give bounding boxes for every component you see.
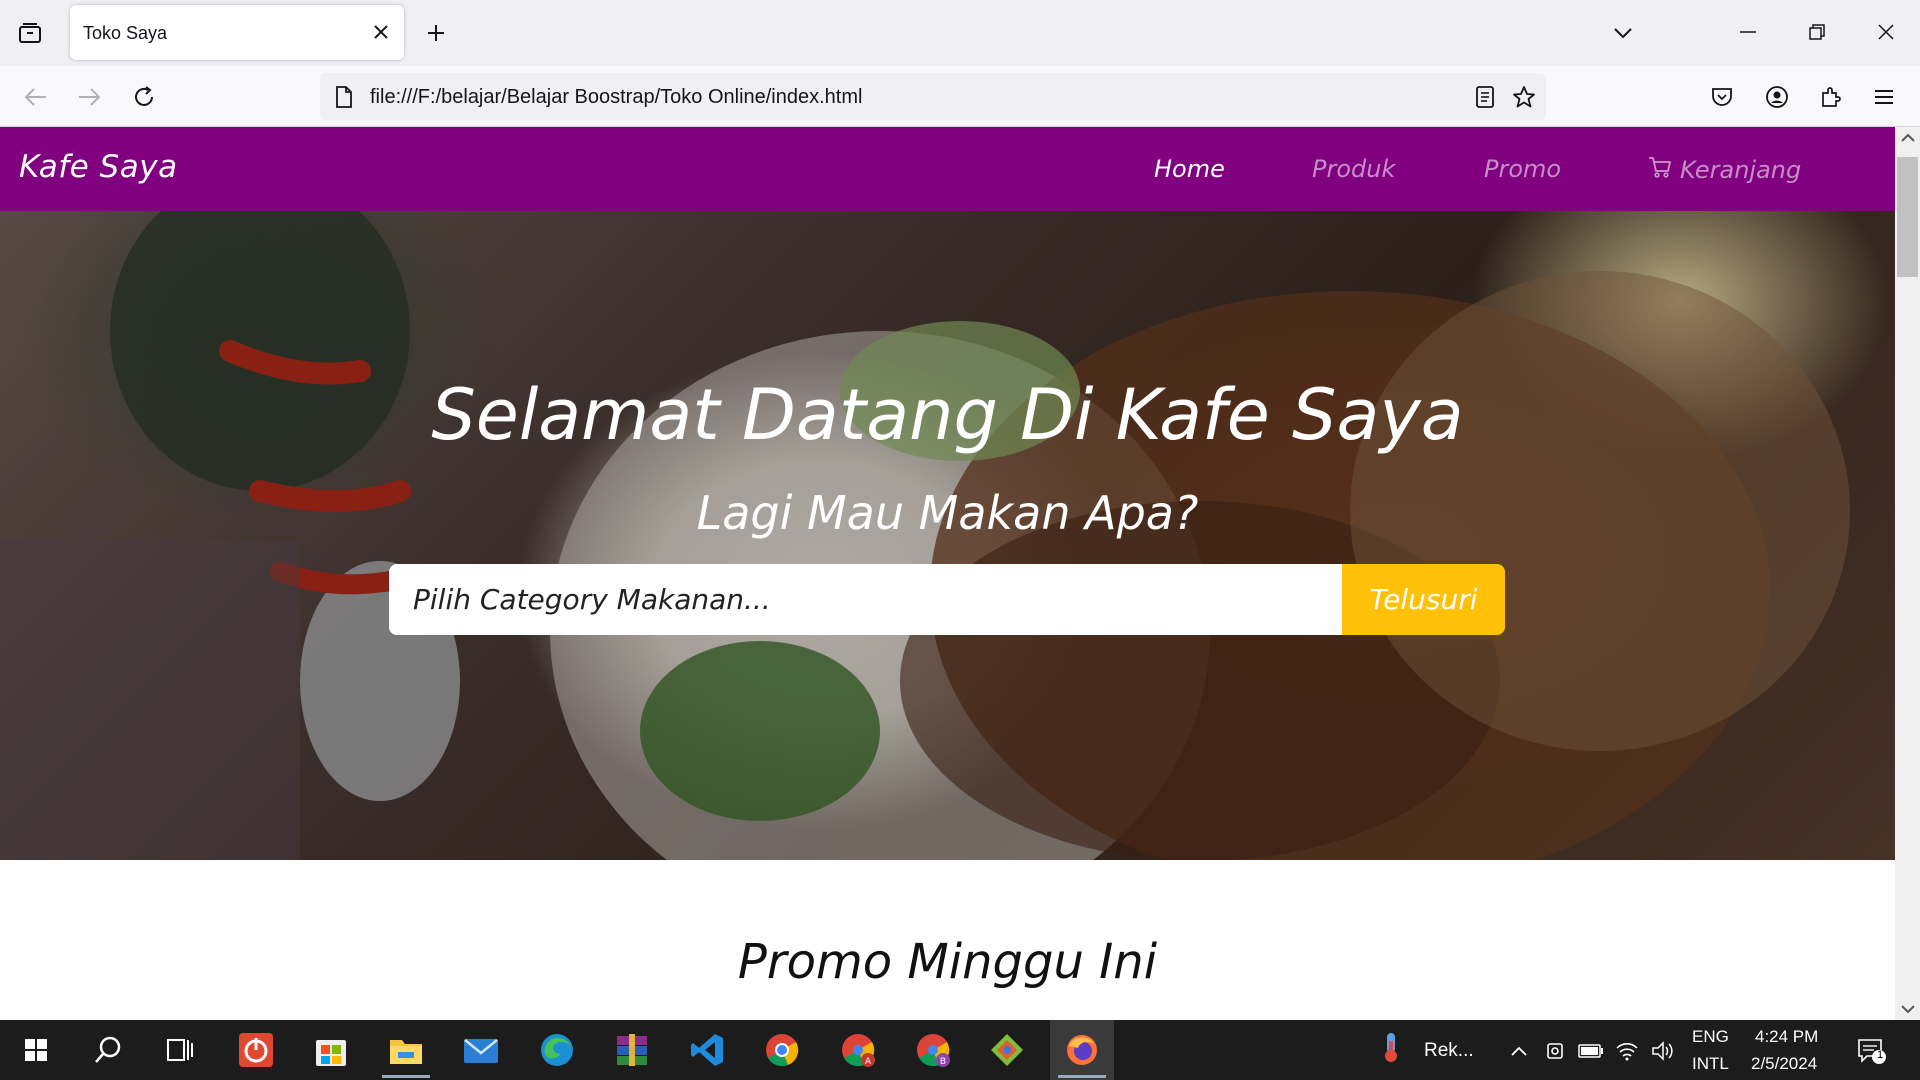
git-tool-icon[interactable] xyxy=(975,1020,1039,1080)
promo-section-title: Promo Minggu Ini xyxy=(737,934,1158,990)
thermometer-icon[interactable] xyxy=(1378,1033,1404,1062)
minimize-icon[interactable] xyxy=(1726,12,1770,52)
url-bar[interactable]: file:///F:/belajar/Belajar Boostrap/Toko… xyxy=(320,73,1546,120)
hero-subtitle: Lagi Mau Makan Apa? xyxy=(696,486,1199,540)
back-arrow-icon[interactable] xyxy=(19,80,53,114)
menu-hamburger-icon[interactable] xyxy=(1867,80,1901,114)
keyboard-layout[interactable]: INTL xyxy=(1692,1054,1729,1074)
microsoft-store-icon[interactable] xyxy=(299,1020,363,1080)
scroll-thumb[interactable] xyxy=(1897,157,1918,277)
account-icon[interactable] xyxy=(1760,80,1794,114)
browser-toolbar: file:///F:/belajar/Belajar Boostrap/Toko… xyxy=(0,66,1920,127)
wifi-icon[interactable] xyxy=(1614,1038,1640,1064)
forward-arrow-icon[interactable] xyxy=(72,80,106,114)
reload-icon[interactable] xyxy=(127,80,161,114)
cart-icon xyxy=(1648,155,1672,185)
chrome-profile-a-icon[interactable]: A xyxy=(826,1020,890,1080)
firefox-icon[interactable] xyxy=(1050,1020,1114,1080)
nav-link-promo[interactable]: Promo xyxy=(1484,155,1561,183)
vscode-icon[interactable] xyxy=(675,1020,739,1080)
winrar-icon[interactable] xyxy=(600,1020,664,1080)
scroll-down-arrow-icon[interactable] xyxy=(1899,1000,1917,1018)
nav-link-keranjang[interactable]: Keranjang xyxy=(1648,155,1801,185)
power-app-icon[interactable] xyxy=(224,1020,288,1080)
nav-link-produk[interactable]: Produk xyxy=(1312,155,1395,183)
weather-label[interactable]: Rek... xyxy=(1424,1040,1474,1062)
tab-overview-icon[interactable] xyxy=(14,17,46,49)
reader-view-icon[interactable] xyxy=(1470,82,1500,112)
hero-banner: Selamat Datang Di Kafe Saya Lagi Mau Mak… xyxy=(0,211,1895,860)
clock-time[interactable]: 4:24 PM xyxy=(1755,1027,1818,1047)
volume-icon[interactable] xyxy=(1650,1038,1676,1064)
tab-bar: Toko Saya xyxy=(0,0,1920,66)
task-view-icon[interactable] xyxy=(148,1020,212,1080)
search-icon[interactable] xyxy=(76,1020,140,1080)
battery-icon[interactable] xyxy=(1578,1038,1604,1064)
notification-center-icon[interactable]: 1 xyxy=(1855,1036,1889,1066)
edge-browser-icon[interactable] xyxy=(525,1020,589,1080)
url-text[interactable]: file:///F:/belajar/Belajar Boostrap/Toko… xyxy=(370,86,862,109)
cart-label: Keranjang xyxy=(1680,156,1802,184)
category-search-input[interactable] xyxy=(389,564,1342,635)
svg-text:A: A xyxy=(865,1057,872,1067)
nav-link-home[interactable]: Home xyxy=(1154,155,1225,183)
tab-title: Toko Saya xyxy=(83,23,168,43)
list-all-tabs-chevron-icon[interactable] xyxy=(1608,18,1638,48)
chrome-icon[interactable] xyxy=(750,1020,814,1080)
language-code[interactable]: ENG xyxy=(1692,1027,1729,1047)
page-icon xyxy=(332,85,356,109)
svg-text:B: B xyxy=(940,1057,946,1067)
meet-camera-icon[interactable] xyxy=(1542,1038,1568,1064)
notification-count-badge: 1 xyxy=(1876,1049,1884,1061)
page-viewport: Kafe Saya Home Produk Promo Keranjang Se… xyxy=(0,127,1920,1020)
hero-title: Selamat Datang Di Kafe Saya xyxy=(431,374,1464,456)
chrome-profile-b-icon[interactable]: B xyxy=(901,1020,965,1080)
telusuri-button[interactable]: Telusuri xyxy=(1342,564,1505,635)
site-navbar: Kafe Saya Home Produk Promo Keranjang xyxy=(0,127,1895,211)
pocket-icon[interactable] xyxy=(1705,80,1739,114)
browser-tab[interactable]: Toko Saya xyxy=(70,5,404,60)
new-tab-plus-icon[interactable] xyxy=(420,17,452,49)
file-explorer-icon[interactable] xyxy=(374,1020,438,1080)
windows-taskbar: A B Rek... ENG INTL 4:24 PM 2/5/2024 1 xyxy=(0,1020,1920,1080)
scroll-up-arrow-icon[interactable] xyxy=(1899,129,1917,147)
site-brand[interactable]: Kafe Saya xyxy=(19,149,178,185)
show-hidden-icons-chevron-icon[interactable] xyxy=(1506,1038,1532,1064)
clock-date[interactable]: 2/5/2024 xyxy=(1751,1054,1817,1074)
extensions-icon[interactable] xyxy=(1814,80,1848,114)
restore-icon[interactable] xyxy=(1795,12,1839,52)
mail-icon[interactable] xyxy=(449,1020,513,1080)
bookmark-star-icon[interactable] xyxy=(1509,82,1539,112)
page-scrollbar[interactable] xyxy=(1895,127,1920,1020)
close-tab-icon[interactable] xyxy=(368,19,394,45)
close-window-icon[interactable] xyxy=(1864,12,1908,52)
windows-start-icon[interactable] xyxy=(4,1020,68,1080)
